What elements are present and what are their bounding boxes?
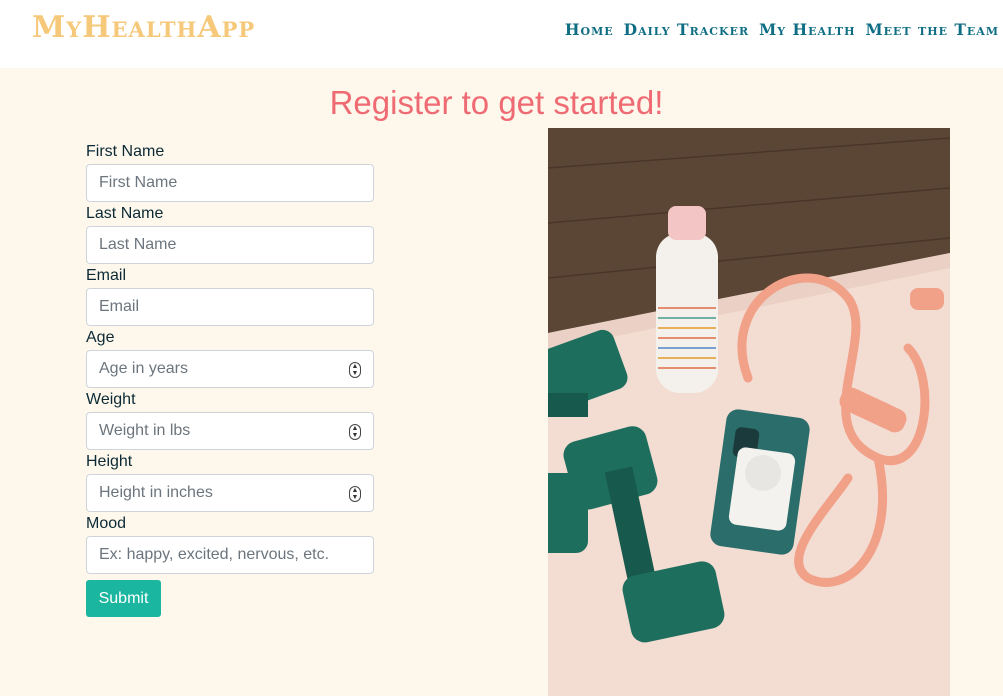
first-name-field-wrap bbox=[86, 164, 374, 202]
nav-my-health[interactable]: My Health bbox=[759, 20, 855, 39]
navbar: MyHealthApp Home Daily Tracker My Health… bbox=[0, 0, 1003, 68]
height-label: Height bbox=[86, 453, 133, 470]
first-name-input[interactable] bbox=[87, 165, 373, 201]
weight-field-wrap: ▲▼ bbox=[86, 412, 374, 450]
last-name-label: Last Name bbox=[86, 205, 164, 222]
height-stepper-icon[interactable]: ▲ ▼ bbox=[349, 486, 361, 502]
age-field-wrap: ▲▼ bbox=[86, 350, 374, 388]
email-field-wrap bbox=[86, 288, 374, 326]
nav-links: Home Daily Tracker My Health Meet the Te… bbox=[565, 20, 999, 39]
age-label: Age bbox=[86, 329, 115, 346]
height-field-wrap: ▲▼ bbox=[86, 474, 374, 512]
weight-stepper-icon[interactable]: ▲ ▼ bbox=[349, 424, 361, 440]
weight-input[interactable] bbox=[87, 413, 373, 449]
height-input[interactable] bbox=[87, 475, 373, 511]
mood-label: Mood bbox=[86, 515, 127, 532]
last-name-field-wrap bbox=[86, 226, 374, 264]
age-stepper-icon[interactable]: ▲ ▼ bbox=[349, 362, 361, 378]
mood-field-wrap bbox=[86, 536, 374, 574]
page-title: Register to get started! bbox=[329, 84, 664, 121]
mood-input[interactable] bbox=[87, 537, 373, 573]
age-input[interactable] bbox=[87, 351, 373, 387]
email-input[interactable] bbox=[87, 289, 373, 325]
weight-label: Weight bbox=[86, 391, 136, 408]
nav-meet-the-team[interactable]: Meet the Team bbox=[866, 20, 1000, 39]
fitness-photo bbox=[548, 128, 950, 696]
submit-button[interactable]: Submit bbox=[86, 580, 161, 617]
brand-logo[interactable]: MyHealthApp bbox=[32, 10, 255, 45]
first-name-label: First Name bbox=[86, 143, 165, 160]
fitness-photo-illustration bbox=[548, 128, 950, 696]
nav-home[interactable]: Home bbox=[565, 20, 614, 39]
nav-daily-tracker[interactable]: Daily Tracker bbox=[624, 20, 749, 39]
last-name-input[interactable] bbox=[87, 227, 373, 263]
email-label: Email bbox=[86, 267, 127, 284]
registration-form: First Name Last Name Email Age ▲▼ Weight… bbox=[86, 140, 376, 617]
